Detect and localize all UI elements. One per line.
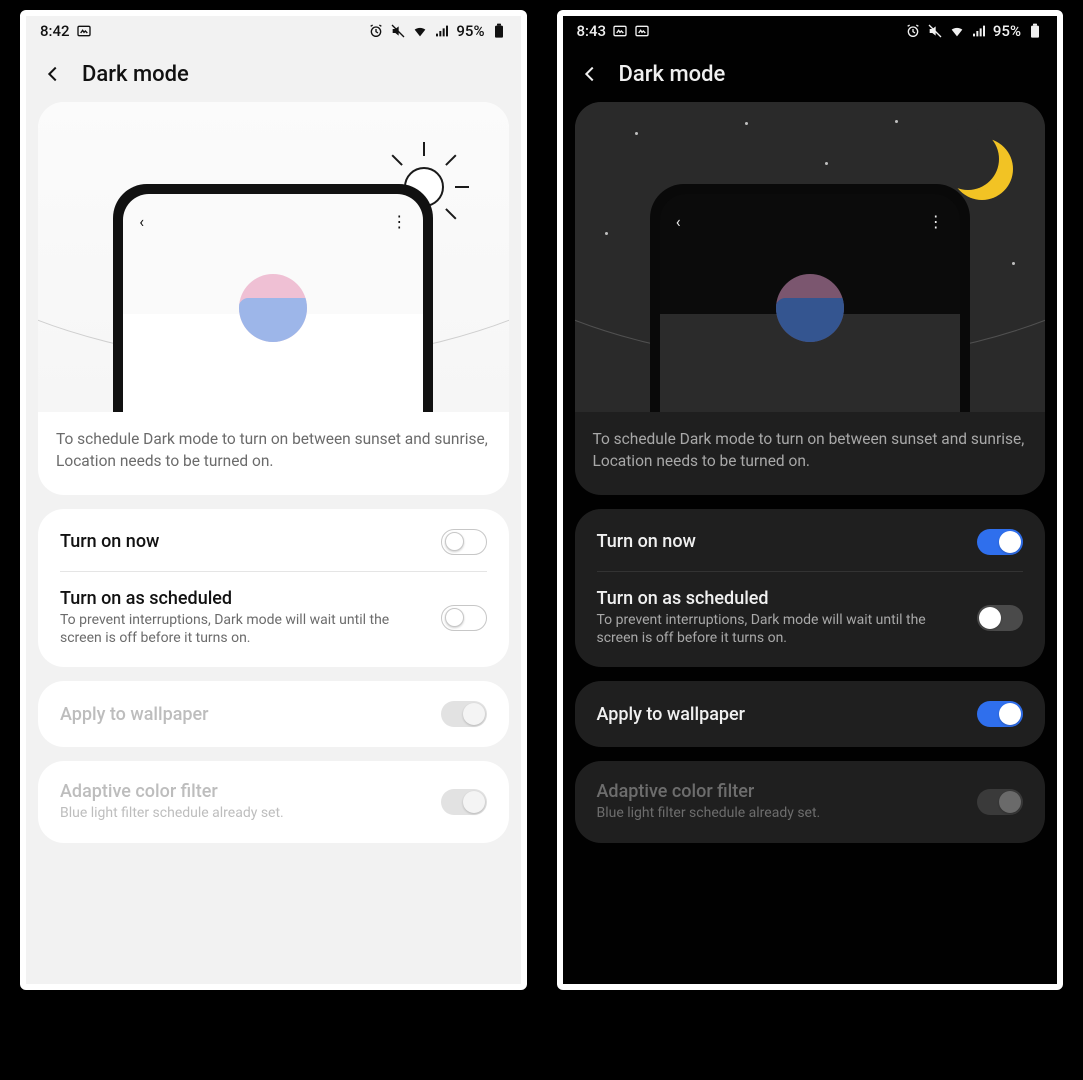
card-color-filter: Adaptive color filter Blue light filter …: [38, 761, 509, 842]
mock-more-icon: ⋮: [928, 212, 944, 231]
mute-icon: [390, 23, 406, 39]
toggle-turn-on-now[interactable]: [441, 529, 487, 555]
alarm-icon: [368, 23, 384, 39]
row-subtitle: Blue light filter schedule already set.: [60, 804, 427, 822]
phone-mockup: ‹ ⋮: [113, 184, 433, 412]
screenshot-icon: [634, 23, 650, 39]
back-button[interactable]: [42, 63, 64, 85]
moon-icon: [951, 138, 1013, 200]
row-title: Adaptive color filter: [597, 781, 964, 802]
hero-card: ‹ ⋮ To schedule Dark mode to turn on bet…: [38, 102, 509, 495]
status-bar: 8:43 95%: [563, 16, 1058, 46]
page-title: Dark mode: [82, 62, 189, 87]
row-turn-on-scheduled[interactable]: Turn on as scheduled To prevent interrup…: [575, 572, 1046, 663]
row-turn-on-now[interactable]: Turn on now: [38, 513, 509, 571]
app-bar: Dark mode: [563, 46, 1058, 102]
row-subtitle: Blue light filter schedule already set.: [597, 804, 964, 822]
signal-icon: [971, 23, 987, 39]
screenshot-dark: 8:43 95% Dark mode: [557, 10, 1064, 990]
wifi-icon: [412, 23, 428, 39]
row-turn-on-now[interactable]: Turn on now: [575, 513, 1046, 571]
hero-description: To schedule Dark mode to turn on between…: [575, 422, 1046, 479]
toggle-apply-wallpaper[interactable]: [977, 701, 1023, 727]
status-time: 8:42: [40, 22, 70, 40]
toggle-turn-on-scheduled[interactable]: [441, 605, 487, 631]
row-apply-wallpaper[interactable]: Apply to wallpaper: [575, 685, 1046, 743]
card-color-filter: Adaptive color filter Blue light filter …: [575, 761, 1046, 842]
hero-description: To schedule Dark mode to turn on between…: [38, 422, 509, 479]
signal-icon: [434, 23, 450, 39]
card-wallpaper: Apply to wallpaper: [38, 681, 509, 747]
phone-mockup: ‹ ⋮: [650, 184, 970, 412]
illustration-night: ‹ ⋮: [575, 102, 1046, 412]
mock-more-icon: ⋮: [391, 212, 407, 231]
row-subtitle: To prevent interruptions, Dark mode will…: [60, 611, 427, 647]
battery-icon: [1027, 23, 1043, 39]
toggle-adaptive-color-filter: [441, 789, 487, 815]
row-apply-wallpaper: Apply to wallpaper: [38, 685, 509, 743]
toggle-turn-on-scheduled[interactable]: [977, 605, 1023, 631]
toggle-adaptive-color-filter: [977, 789, 1023, 815]
card-schedule: Turn on now Turn on as scheduled To prev…: [38, 509, 509, 667]
row-title: Turn on as scheduled: [60, 588, 427, 609]
row-title: Apply to wallpaper: [597, 704, 964, 725]
status-time: 8:43: [577, 22, 607, 40]
row-turn-on-scheduled[interactable]: Turn on as scheduled To prevent interrup…: [38, 572, 509, 663]
status-bar: 8:42 95%: [26, 16, 521, 46]
app-bar: Dark mode: [26, 46, 521, 102]
mock-back-icon: ‹: [676, 212, 681, 231]
battery-percent: 95%: [456, 22, 484, 40]
screenshot-icon: [76, 23, 92, 39]
page-title: Dark mode: [619, 62, 726, 87]
illustration-day: ‹ ⋮: [38, 102, 509, 412]
card-schedule: Turn on now Turn on as scheduled To prev…: [575, 509, 1046, 667]
card-wallpaper: Apply to wallpaper: [575, 681, 1046, 747]
screenshot-icon: [612, 23, 628, 39]
wifi-icon: [949, 23, 965, 39]
row-title: Turn on as scheduled: [597, 588, 964, 609]
mute-icon: [927, 23, 943, 39]
row-adaptive-color-filter: Adaptive color filter Blue light filter …: [575, 765, 1046, 838]
battery-icon: [491, 23, 507, 39]
row-title: Turn on now: [60, 531, 427, 552]
row-subtitle: To prevent interruptions, Dark mode will…: [597, 611, 964, 647]
toggle-turn-on-now[interactable]: [977, 529, 1023, 555]
back-button[interactable]: [579, 63, 601, 85]
row-title: Apply to wallpaper: [60, 704, 427, 725]
mock-back-icon: ‹: [139, 212, 144, 231]
row-title: Adaptive color filter: [60, 781, 427, 802]
alarm-icon: [905, 23, 921, 39]
toggle-apply-wallpaper: [441, 701, 487, 727]
hero-card: ‹ ⋮ To schedule Dark mode to turn on bet…: [575, 102, 1046, 495]
row-title: Turn on now: [597, 531, 964, 552]
screenshot-light: 8:42 95% Dark mode: [20, 10, 527, 990]
battery-percent: 95%: [993, 22, 1021, 40]
row-adaptive-color-filter: Adaptive color filter Blue light filter …: [38, 765, 509, 838]
